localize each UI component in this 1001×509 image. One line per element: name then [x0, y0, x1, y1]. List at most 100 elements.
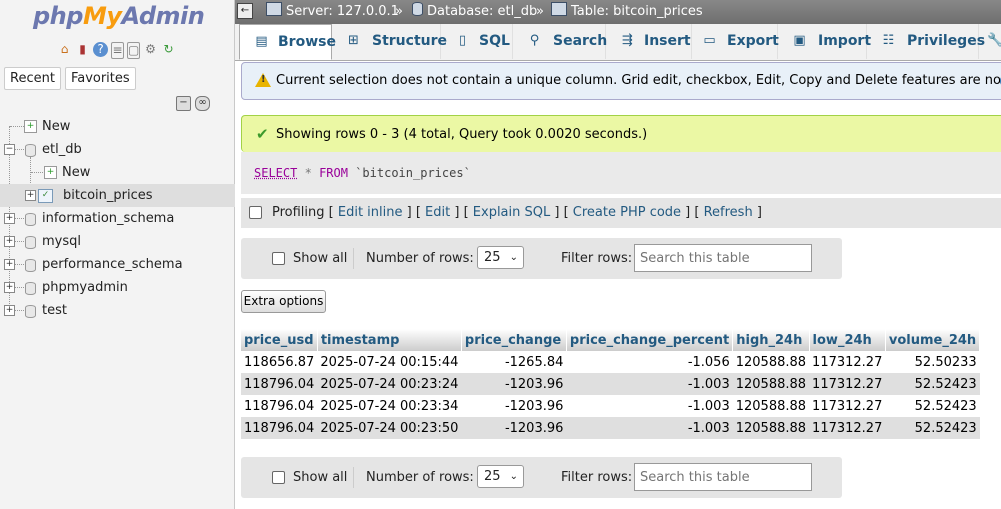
- tree-controls: − ∞: [176, 96, 210, 111]
- link-icon[interactable]: ∞: [195, 96, 210, 111]
- collapse-all-icon[interactable]: −: [176, 96, 191, 111]
- copy-icon[interactable]: ▢: [127, 42, 140, 59]
- database-icon: [25, 236, 36, 249]
- help-icon[interactable]: ?: [93, 42, 108, 57]
- tab-sql[interactable]: ▯ SQL: [441, 24, 513, 59]
- tree-item-label: performance_schema: [42, 257, 183, 272]
- tree-item-phpmyadmin[interactable]: + phpmyadmin: [0, 276, 235, 299]
- column-header[interactable]: high_24h: [732, 329, 810, 351]
- home-icon[interactable]: ⌂: [57, 42, 72, 57]
- collapse-icon[interactable]: −: [4, 144, 15, 155]
- tree-item-new-table[interactable]: + New: [0, 161, 235, 184]
- column-header[interactable]: price_usd: [241, 329, 318, 351]
- tab-browse[interactable]: ▤ Browse: [239, 24, 336, 60]
- tab-privileges[interactable]: ☷ Privileges: [867, 24, 985, 59]
- gear-icon[interactable]: ⚙: [143, 42, 158, 57]
- table-cell: 120588.88: [732, 351, 810, 373]
- tab-export[interactable]: ▭ Export: [692, 24, 779, 59]
- edit-inline-link[interactable]: Edit inline: [338, 205, 403, 220]
- show-all-checkbox[interactable]: [272, 471, 285, 484]
- table-tabs: ▤ Browse ⊞ Structure ▯ SQL ⚲ Search ⇶ Insert …: [235, 24, 1001, 61]
- tab-label: Structure: [372, 33, 448, 49]
- number-of-rows-select[interactable]: 25 ⌄: [477, 465, 524, 488]
- table-cell: 117312.27: [809, 417, 886, 439]
- explain-sql-link[interactable]: Explain SQL: [473, 205, 550, 220]
- tree-item-new[interactable]: + New: [0, 115, 235, 138]
- rows-value: 25: [484, 469, 501, 484]
- expand-icon[interactable]: +: [25, 190, 36, 201]
- table-cell: 52.52423: [885, 395, 980, 417]
- database-icon: [25, 282, 36, 295]
- tree-item-test[interactable]: + test: [0, 299, 235, 322]
- breadcrumb-database-label: Database: etl_db: [427, 4, 538, 19]
- column-header[interactable]: volume_24h: [885, 329, 981, 351]
- tab-structure[interactable]: ⊞ Structure: [332, 24, 447, 59]
- collapse-panel-icon[interactable]: ←: [237, 3, 253, 19]
- new-icon: +: [44, 166, 57, 179]
- show-all-checkbox[interactable]: [272, 252, 285, 265]
- extra-options-button[interactable]: Extra options: [241, 290, 326, 313]
- expand-icon[interactable]: +: [4, 305, 15, 316]
- profiling-bar: Profiling [ Edit inline ] [ Edit ] [ Exp…: [241, 198, 1001, 228]
- tree-item-mysql[interactable]: + mysql: [0, 230, 235, 253]
- breadcrumb-server-label: Server: 127.0.0.1: [286, 4, 399, 19]
- chevron-down-icon: ⌄: [509, 471, 518, 482]
- export-icon: ▭: [703, 33, 716, 48]
- breadcrumb-table[interactable]: Table: bitcoin_prices: [551, 0, 703, 24]
- expand-icon[interactable]: +: [4, 259, 15, 270]
- favorites-button[interactable]: Favorites: [64, 67, 136, 90]
- tree-item-bitcoin-prices[interactable]: + ✓ bitcoin_prices: [0, 184, 235, 207]
- column-header[interactable]: price_change_percent: [566, 329, 734, 351]
- navigation-controls-top: Show all Number of rows: 25 ⌄ Filter rows…: [241, 238, 842, 279]
- expand-icon[interactable]: +: [4, 213, 15, 224]
- table-cell: 2025-07-24 00:15:44: [317, 351, 462, 373]
- column-header[interactable]: price_change: [461, 329, 567, 351]
- table-cell: -1203.96: [461, 373, 567, 395]
- profiling-checkbox[interactable]: [249, 206, 262, 219]
- divider: [353, 467, 354, 488]
- database-icon: [412, 2, 423, 16]
- breadcrumb-database[interactable]: Database: etl_db: [412, 0, 537, 24]
- table-cell: 52.50233: [885, 351, 980, 373]
- sql-query-box[interactable]: SELECT * FROM `bitcoin_prices`: [241, 152, 1001, 194]
- logo-admin: Admin: [121, 2, 205, 30]
- reload-icon[interactable]: ↻: [161, 42, 176, 57]
- tree-item-label: test: [42, 303, 67, 318]
- sql-table-name: `bitcoin_prices`: [355, 166, 471, 180]
- number-of-rows-label: Number of rows:: [366, 251, 474, 266]
- phpmyadmin-logo[interactable]: phpMyAdmin: [33, 2, 205, 30]
- column-header[interactable]: low_24h: [809, 329, 886, 351]
- database-icon: [25, 144, 36, 157]
- recent-button[interactable]: Recent: [4, 67, 61, 90]
- tab-operations[interactable]: 🔧: [979, 24, 1001, 59]
- tree-item-label: bitcoin_prices: [63, 188, 153, 203]
- refresh-link[interactable]: Refresh: [704, 205, 753, 220]
- tree-item-performance-schema[interactable]: + performance_schema: [0, 253, 235, 276]
- logout-icon[interactable]: ▮: [75, 42, 90, 57]
- filter-rows-input[interactable]: [634, 463, 812, 491]
- navigation-panel: phpMyAdmin ⌂ ▮ ? ≡ ▢ ⚙ ↻ Recent Favorite…: [0, 0, 235, 509]
- tree-item-etl-db[interactable]: − etl_db: [0, 138, 235, 161]
- docs-icon[interactable]: ≡: [111, 42, 124, 59]
- edit-link[interactable]: Edit: [425, 205, 450, 220]
- expand-icon[interactable]: +: [4, 282, 15, 293]
- profiling-items: Profiling [ Edit inline ] [ Edit ] [ Exp…: [272, 205, 762, 220]
- filter-rows-input[interactable]: [634, 244, 812, 272]
- tab-search[interactable]: ⚲ Search: [513, 24, 608, 59]
- tree-item-information-schema[interactable]: + information_schema: [0, 207, 235, 230]
- profiling-label: Profiling: [272, 205, 325, 220]
- divider: [353, 248, 354, 269]
- tab-label: Search: [553, 33, 608, 49]
- tab-insert[interactable]: ⇶ Insert: [606, 24, 692, 59]
- table-cell: 2025-07-24 00:23:34: [317, 395, 462, 417]
- number-of-rows-select[interactable]: 25 ⌄: [477, 246, 524, 269]
- breadcrumb-server[interactable]: Server: 127.0.0.1: [266, 0, 399, 24]
- table-cell: -1203.96: [461, 395, 567, 417]
- success-message: ✔ Showing rows 0 - 3 (4 total, Query too…: [241, 115, 1001, 152]
- create-php-code-link[interactable]: Create PHP code: [573, 205, 681, 220]
- column-header[interactable]: timestamp: [317, 329, 462, 351]
- tab-import[interactable]: ▣ Import: [778, 24, 871, 59]
- sql-query: SELECT * FROM `bitcoin_prices`: [254, 152, 471, 194]
- rows-value: 25: [484, 250, 501, 265]
- expand-icon[interactable]: +: [4, 236, 15, 247]
